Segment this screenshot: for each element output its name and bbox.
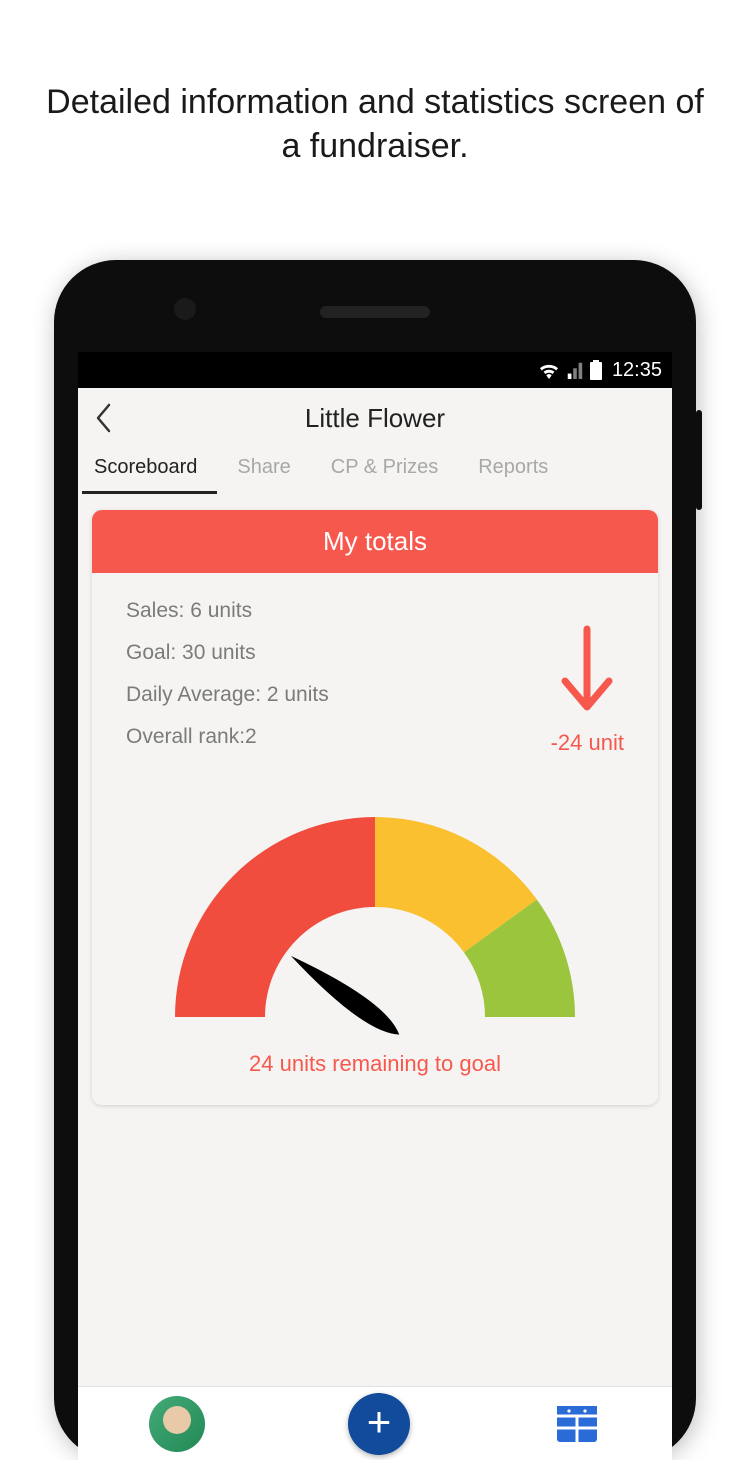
status-bar: 12:35 bbox=[78, 352, 672, 388]
arrow-down-icon bbox=[555, 623, 619, 720]
device-sensor bbox=[174, 298, 196, 320]
nav-profile-avatar[interactable] bbox=[149, 1396, 205, 1452]
clock-text: 12:35 bbox=[612, 359, 662, 382]
stat-daily-average: Daily Average: 2 units bbox=[126, 683, 624, 707]
app-header: Little Flower bbox=[78, 388, 672, 448]
page-title: Little Flower bbox=[78, 403, 672, 434]
promo-caption: Detailed information and statistics scre… bbox=[0, 0, 750, 168]
bottom-nav: + bbox=[78, 1386, 672, 1460]
app-screen: 12:35 Little Flower Scoreboard Share CP … bbox=[78, 352, 672, 1460]
device-speaker bbox=[320, 306, 430, 318]
remaining-text: 24 units remaining to goal bbox=[126, 1051, 624, 1077]
card-title: My totals bbox=[92, 510, 658, 573]
tab-share[interactable]: Share bbox=[217, 448, 310, 494]
nav-add-button[interactable]: + bbox=[348, 1393, 410, 1455]
cellular-icon bbox=[566, 361, 584, 379]
tab-bar: Scoreboard Share CP & Prizes Reports bbox=[78, 448, 672, 494]
table-icon bbox=[553, 1400, 601, 1448]
stat-sales: Sales: 6 units bbox=[126, 599, 624, 623]
delta-text: -24 unit bbox=[551, 730, 624, 756]
plus-icon: + bbox=[367, 1401, 392, 1443]
tab-cp-prizes[interactable]: CP & Prizes bbox=[311, 448, 458, 494]
back-button[interactable] bbox=[78, 388, 128, 448]
device-frame: 12:35 Little Flower Scoreboard Share CP … bbox=[54, 260, 696, 1460]
device-side-button bbox=[696, 410, 702, 510]
tab-reports[interactable]: Reports bbox=[458, 448, 568, 494]
progress-gauge bbox=[126, 777, 624, 1037]
battery-icon bbox=[590, 360, 602, 380]
tab-scoreboard[interactable]: Scoreboard bbox=[82, 448, 217, 494]
stat-goal: Goal: 30 units bbox=[126, 641, 624, 665]
stat-overall-rank: Overall rank:2 bbox=[126, 725, 624, 749]
nav-reports-button[interactable] bbox=[553, 1400, 601, 1448]
wifi-icon bbox=[538, 361, 560, 379]
delta-indicator: -24 unit bbox=[551, 623, 624, 756]
chevron-left-icon bbox=[94, 403, 112, 433]
totals-card: My totals Sales: 6 units Goal: 30 units … bbox=[92, 510, 658, 1105]
